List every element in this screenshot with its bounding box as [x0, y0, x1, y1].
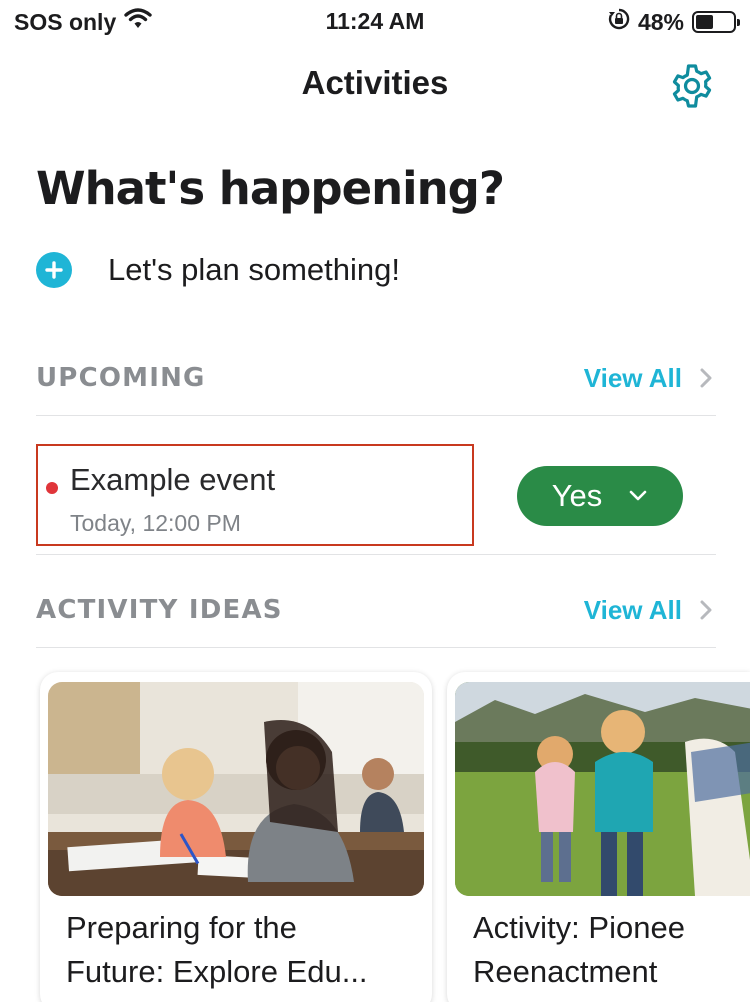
battery-fill: [696, 15, 714, 29]
battery-icon: [692, 11, 740, 33]
upcoming-title: UPCOMING: [36, 363, 206, 393]
rsvp-dropdown-button[interactable]: Yes: [517, 466, 683, 526]
event-title: Example event: [70, 462, 276, 497]
plan-something-button[interactable]: Let's plan something!: [36, 252, 400, 288]
orientation-lock-icon: [608, 8, 630, 36]
activity-ideas-title: ACTIVITY IDEAS: [36, 595, 283, 625]
nav-title: Activities: [301, 64, 449, 101]
activity-idea-card[interactable]: Preparing for the Future: Explore Edu...: [40, 672, 432, 1002]
view-all-label: View All: [583, 594, 682, 625]
status-bar: SOS only 11:24 AM 48%: [0, 0, 750, 44]
activity-ideas-header: ACTIVITY IDEAS View All: [36, 580, 716, 640]
ideas-view-all-link[interactable]: View All: [584, 595, 716, 626]
event-item[interactable]: Example event Today, 12:00 PM: [36, 444, 474, 546]
page-heading: What's happening?: [36, 162, 505, 215]
chevron-right-icon: [700, 600, 712, 620]
divider: [36, 647, 716, 648]
settings-button[interactable]: [666, 60, 718, 112]
unread-dot: [46, 482, 58, 494]
battery-percent: 48%: [637, 8, 684, 35]
gear-icon: [672, 64, 712, 108]
event-row: Example event Today, 12:00 PM Yes: [36, 444, 716, 548]
event-time: Today, 12:00 PM: [70, 510, 241, 536]
divider: [36, 415, 716, 416]
activity-idea-card[interactable]: Activity: Pionee Reenactment: [447, 672, 750, 1002]
rsvp-label: Yes: [551, 478, 603, 513]
divider: [36, 554, 716, 555]
chevron-down-icon: [629, 490, 647, 501]
plus-circle-icon: [36, 252, 72, 288]
chevron-right-icon: [700, 368, 712, 388]
outdoor-photo: [455, 682, 750, 896]
upcoming-header: UPCOMING View All: [36, 348, 716, 408]
upcoming-view-all-link[interactable]: View All: [584, 363, 716, 394]
classroom-photo: [48, 682, 424, 896]
plan-something-label: Let's plan something!: [108, 252, 400, 287]
view-all-label: View All: [583, 362, 682, 393]
card-title: Activity: Pionee Reenactment: [473, 910, 685, 989]
status-right: 48%: [608, 8, 740, 36]
card-title: Preparing for the Future: Explore Edu...: [66, 910, 368, 989]
